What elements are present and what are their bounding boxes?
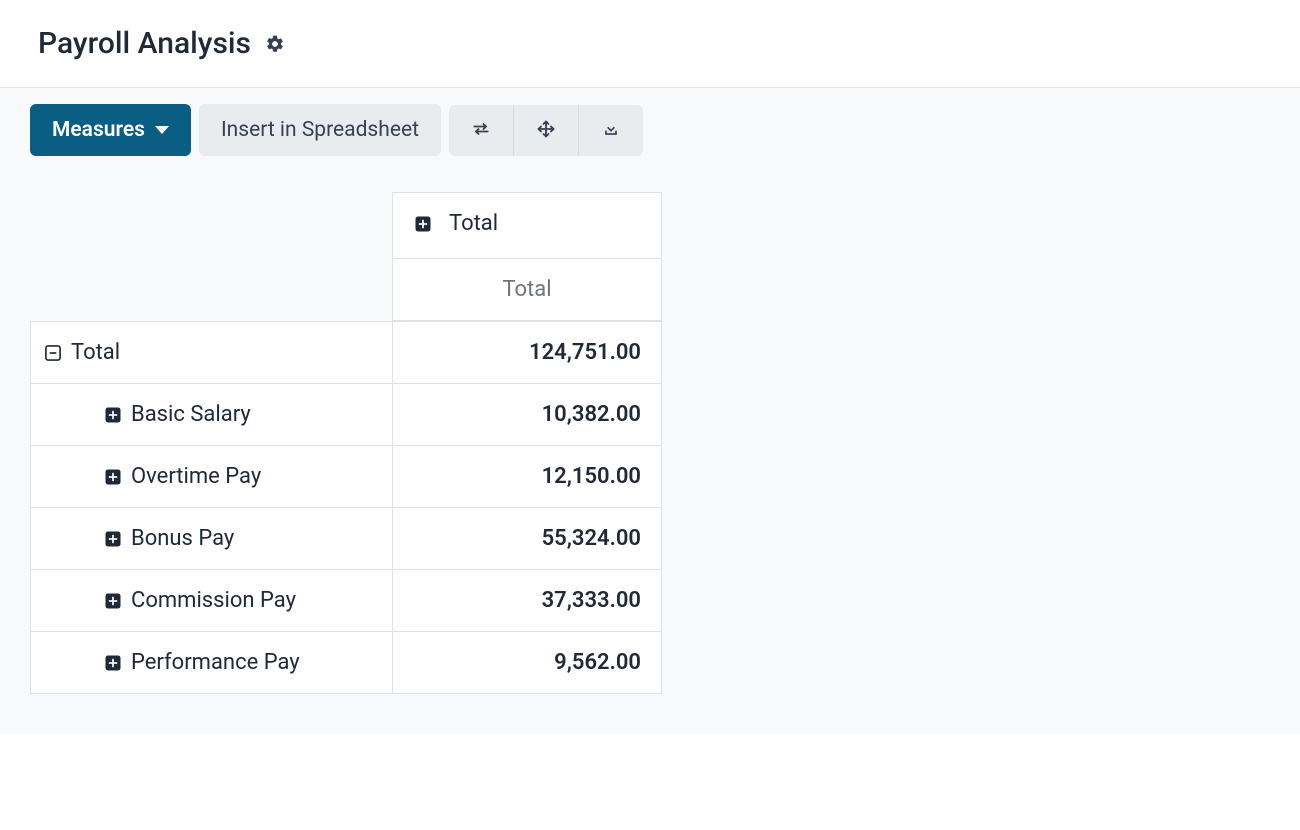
- move-icon: [536, 119, 556, 142]
- row-header[interactable]: Overtime Pay: [30, 446, 392, 508]
- pivot-table: Total Total Total 124,751.00 Basic Salary 1…: [30, 192, 662, 694]
- row-label: Performance Pay: [131, 650, 300, 675]
- plus-square-icon: [103, 467, 123, 487]
- table-row: Bonus Pay 55,324.00: [30, 508, 662, 570]
- row-label: Basic Salary: [131, 402, 251, 427]
- pivot-body: Total124,751.00Basic Salary10,382.00Over…: [30, 321, 662, 694]
- table-row: Basic Salary 10,382.00: [30, 384, 662, 446]
- cell-value[interactable]: 55,324.00: [392, 508, 662, 570]
- table-row: Total 124,751.00: [30, 321, 662, 384]
- plus-square-icon: [103, 529, 123, 549]
- row-header[interactable]: Basic Salary: [30, 384, 392, 446]
- pivot-area: Total Total Total 124,751.00 Basic Salary 1…: [0, 172, 1300, 734]
- flip-axis-button[interactable]: [449, 105, 513, 156]
- row-header[interactable]: Bonus Pay: [30, 508, 392, 570]
- insert-spreadsheet-label: Insert in Spreadsheet: [221, 118, 419, 142]
- row-label: Total: [71, 340, 120, 365]
- minus-square-icon: [43, 343, 63, 363]
- row-header[interactable]: Performance Pay: [30, 632, 392, 694]
- measures-label: Measures: [52, 118, 145, 142]
- row-header[interactable]: Commission Pay: [30, 570, 392, 632]
- cell-value[interactable]: 37,333.00: [392, 570, 662, 632]
- measures-button[interactable]: Measures: [30, 104, 191, 156]
- cell-value[interactable]: 9,562.00: [392, 632, 662, 694]
- row-label: Bonus Pay: [131, 526, 234, 551]
- cell-value[interactable]: 12,150.00: [392, 446, 662, 508]
- toolbar: Measures Insert in Spreadsheet: [0, 88, 1300, 172]
- column-subheader-label: Total: [502, 277, 551, 302]
- plus-square-icon: [103, 653, 123, 673]
- caret-down-icon: [155, 126, 169, 134]
- expand-all-button[interactable]: [513, 105, 578, 156]
- table-row: Commission Pay 37,333.00: [30, 570, 662, 632]
- pivot-corner: [30, 192, 392, 259]
- column-header-total[interactable]: Total: [392, 192, 662, 259]
- plus-square-icon: [103, 405, 123, 425]
- gear-icon[interactable]: [265, 34, 285, 54]
- plus-square-icon: [103, 591, 123, 611]
- table-row: Overtime Pay 12,150.00: [30, 446, 662, 508]
- insert-spreadsheet-button[interactable]: Insert in Spreadsheet: [199, 104, 441, 156]
- table-row: Performance Pay 9,562.00: [30, 632, 662, 694]
- download-icon: [601, 119, 621, 142]
- swap-icon: [471, 119, 491, 142]
- row-label: Overtime Pay: [131, 464, 261, 489]
- download-button[interactable]: [578, 105, 643, 156]
- cell-value[interactable]: 10,382.00: [392, 384, 662, 446]
- column-subheader-total: Total: [392, 259, 662, 321]
- column-header-total-label: Total: [449, 211, 498, 236]
- row-label: Commission Pay: [131, 588, 296, 613]
- row-header[interactable]: Total: [30, 321, 392, 384]
- pivot-action-group: [449, 105, 643, 156]
- cell-value[interactable]: 124,751.00: [392, 321, 662, 384]
- plus-square-icon: [413, 214, 433, 234]
- page-title: Payroll Analysis: [38, 26, 251, 61]
- page-header: Payroll Analysis: [0, 0, 1300, 88]
- pivot-corner-2: [30, 259, 392, 321]
